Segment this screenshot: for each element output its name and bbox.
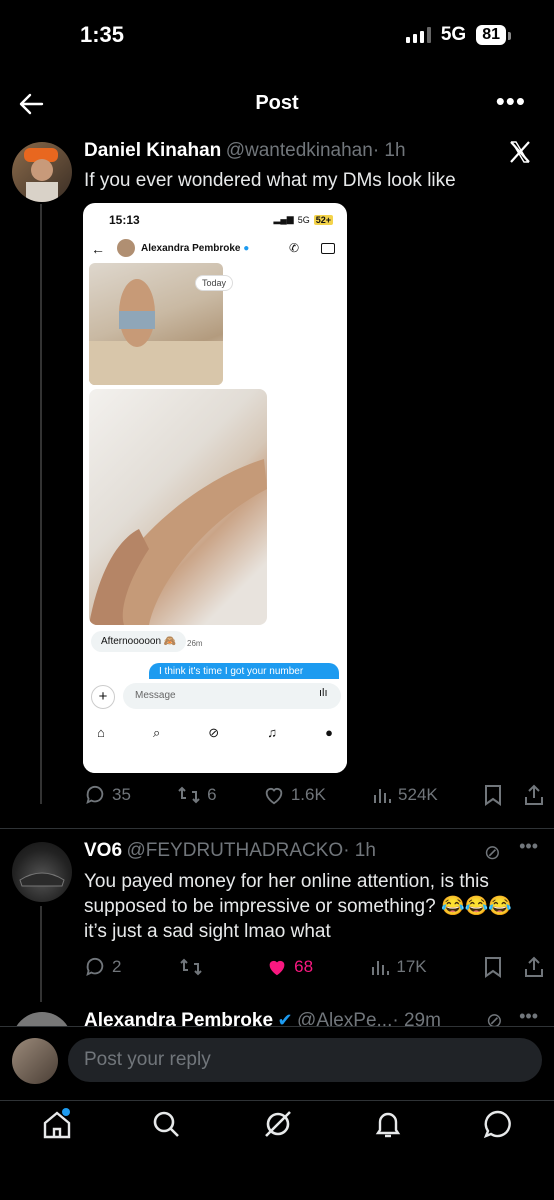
author-name[interactable]: Daniel Kinahan bbox=[84, 140, 221, 161]
reply-button[interactable]: 35 bbox=[84, 784, 131, 806]
divider bbox=[0, 1026, 554, 1027]
embed-signal-icon: ▂▄▆ bbox=[273, 214, 294, 224]
divider bbox=[0, 1100, 554, 1101]
messages-icon[interactable] bbox=[482, 1108, 514, 1145]
views-button[interactable]: 17K bbox=[370, 956, 427, 978]
reply-time: · 1h bbox=[343, 840, 376, 861]
grok-icon[interactable]: ⊘ bbox=[484, 840, 501, 865]
embed-back-icon: ← bbox=[91, 241, 105, 257]
embed-contact-avatar bbox=[117, 239, 135, 257]
reply-2-peek[interactable]: Alexandra Pembroke ✔ @AlexPe...· 29m ⊘ •… bbox=[0, 1000, 554, 1026]
thread-line bbox=[40, 906, 42, 1002]
reply-actions: 2 68 17K bbox=[84, 956, 544, 978]
post-time: · 1h bbox=[372, 140, 406, 161]
repost-button[interactable] bbox=[179, 956, 209, 978]
reply-icon bbox=[86, 957, 104, 977]
share-icon[interactable] bbox=[524, 956, 544, 978]
incoming-time: 26m bbox=[187, 639, 203, 648]
grok-icon[interactable] bbox=[262, 1108, 294, 1145]
post-actions: 35 6 1.6K 524K bbox=[84, 784, 544, 806]
reply-icon bbox=[86, 785, 104, 805]
embed-nav-bar: ⌂ ⌕ ⊘ ♫ ● bbox=[97, 725, 333, 741]
more-options-icon[interactable]: ••• bbox=[519, 1006, 538, 1026]
home-icon[interactable] bbox=[40, 1108, 74, 1147]
embed-voice-icon: ılı bbox=[319, 687, 328, 699]
bookmark-icon[interactable] bbox=[484, 784, 502, 806]
search-icon[interactable] bbox=[150, 1108, 182, 1145]
share-icon[interactable] bbox=[524, 784, 544, 806]
reply-placeholder: Post your reply bbox=[84, 1049, 211, 1070]
author-handle[interactable]: @wantedkinahan bbox=[226, 140, 373, 161]
outgoing-message: I think it's time I got your number bbox=[159, 666, 304, 677]
reply-count: 35 bbox=[112, 785, 131, 804]
reply-count: 2 bbox=[112, 957, 122, 976]
repost-icon bbox=[180, 958, 202, 976]
reply-time: · 29m bbox=[392, 1010, 441, 1026]
more-options-icon[interactable]: ••• bbox=[519, 836, 538, 857]
avatar[interactable] bbox=[12, 1012, 72, 1026]
embed-time: 15:13 bbox=[109, 213, 140, 227]
embed-status: ▂▄▆ 5G 52+ bbox=[273, 214, 333, 225]
embed-bell-icon: ♫ bbox=[267, 725, 278, 740]
bookmark-icon[interactable] bbox=[484, 956, 502, 978]
embed-contact-name: Alexandra Pembroke bbox=[141, 243, 241, 254]
embed-grok-icon: ⊘ bbox=[208, 725, 220, 740]
like-button[interactable]: 68 bbox=[266, 956, 313, 978]
incoming-message: Afternooooon 🙈 bbox=[91, 631, 187, 652]
views-icon bbox=[372, 961, 390, 975]
heart-icon bbox=[265, 788, 283, 805]
grok-icon[interactable]: ⊘ bbox=[486, 1008, 503, 1026]
views-button[interactable]: 524K bbox=[372, 784, 438, 806]
reply-button[interactable]: 2 bbox=[84, 956, 121, 978]
embed-battery: 52+ bbox=[313, 214, 333, 225]
author-name[interactable]: Alexandra Pembroke bbox=[84, 1010, 273, 1026]
notifications-icon[interactable] bbox=[372, 1108, 404, 1145]
embed-message-input: Message bbox=[135, 690, 176, 701]
embed-add-icon: + bbox=[91, 685, 115, 709]
repost-count: 6 bbox=[207, 785, 217, 804]
embed-messages-icon: ● bbox=[325, 725, 333, 740]
signal-icon bbox=[405, 27, 431, 43]
status-time: 1:35 bbox=[80, 22, 125, 47]
like-count: 68 bbox=[294, 957, 314, 976]
like-button[interactable]: 1.6K bbox=[263, 784, 326, 806]
heart-filled-icon bbox=[269, 960, 285, 976]
post-image[interactable]: 15:13 ▂▄▆ 5G 52+ ← Alexandra Pembroke ● … bbox=[83, 203, 347, 773]
avatar bbox=[12, 1038, 58, 1084]
like-count: 1.6K bbox=[290, 785, 326, 804]
view-count: 17K bbox=[396, 957, 427, 976]
post-text: If you ever wondered what my DMs look li… bbox=[84, 170, 456, 191]
repost-icon bbox=[178, 786, 200, 804]
thread-line bbox=[40, 204, 42, 804]
reply-text: You payed money for her online attention… bbox=[84, 871, 512, 942]
embed-phone-icon: ✆ bbox=[289, 241, 300, 255]
status-indicators: 5G 81 bbox=[405, 24, 511, 46]
avatar[interactable] bbox=[12, 142, 72, 202]
author-handle[interactable]: @FEYDRUTHADRACKO bbox=[126, 840, 343, 861]
author-handle[interactable]: @AlexPe... bbox=[297, 1010, 392, 1026]
repost-button[interactable]: 6 bbox=[177, 784, 217, 806]
avatar[interactable] bbox=[12, 842, 72, 902]
view-count: 524K bbox=[398, 785, 438, 804]
embed-search-icon: ⌕ bbox=[152, 725, 161, 740]
embed-network: 5G bbox=[297, 214, 310, 225]
embed-video-icon bbox=[321, 243, 335, 254]
author-name[interactable]: VO6 bbox=[84, 840, 122, 861]
date-divider: Today bbox=[195, 275, 234, 291]
divider bbox=[0, 828, 554, 829]
dm-photo-2 bbox=[89, 389, 267, 625]
page-title: Post bbox=[255, 92, 299, 114]
verified-badge-icon: ● bbox=[243, 243, 250, 254]
more-options-icon[interactable]: ••• bbox=[496, 86, 526, 117]
battery-icon: 81 bbox=[476, 25, 511, 45]
verified-badge-icon: ✔ bbox=[277, 1010, 293, 1026]
network-label: 5G bbox=[440, 24, 467, 45]
x-logo-icon[interactable] bbox=[508, 140, 532, 169]
views-icon bbox=[374, 789, 392, 803]
embed-home-icon: ⌂ bbox=[97, 725, 105, 740]
